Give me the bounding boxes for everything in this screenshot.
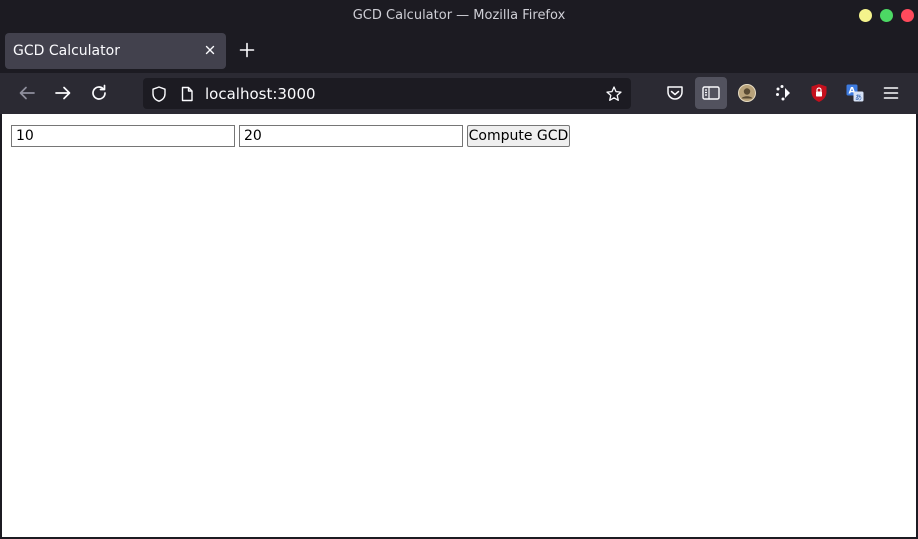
tab-strip: GCD Calculator bbox=[0, 31, 918, 73]
svg-text:あ: あ bbox=[855, 94, 862, 102]
first-number-input[interactable] bbox=[11, 125, 235, 147]
extensions-icon[interactable] bbox=[772, 82, 794, 104]
navigation-toolbar: localhost:3000 Aあ bbox=[0, 73, 918, 114]
tab-title: GCD Calculator bbox=[13, 43, 120, 59]
shield-icon[interactable] bbox=[150, 85, 168, 103]
window-title: GCD Calculator — Mozilla Firefox bbox=[352, 8, 566, 23]
maximize-button[interactable] bbox=[880, 9, 893, 22]
tab-gcd-calculator[interactable]: GCD Calculator bbox=[5, 33, 226, 69]
sidebar-icon[interactable] bbox=[695, 77, 727, 109]
menu-icon[interactable] bbox=[880, 82, 902, 104]
url-text[interactable]: localhost:3000 bbox=[205, 85, 316, 103]
bookmark-star-icon[interactable] bbox=[605, 85, 623, 103]
close-window-button[interactable] bbox=[901, 9, 914, 22]
ublock-icon[interactable] bbox=[808, 82, 830, 104]
minimize-button[interactable] bbox=[859, 9, 872, 22]
account-icon[interactable] bbox=[736, 82, 758, 104]
new-tab-icon[interactable] bbox=[238, 41, 256, 59]
pocket-icon[interactable] bbox=[664, 82, 686, 104]
reload-icon[interactable] bbox=[88, 82, 110, 104]
back-icon[interactable] bbox=[16, 82, 38, 104]
translate-icon[interactable]: Aあ bbox=[844, 82, 866, 104]
browser-window: GCD Calculator — Mozilla Firefox GCD Cal… bbox=[0, 0, 918, 539]
close-tab-icon[interactable] bbox=[202, 42, 218, 58]
compute-gcd-button[interactable]: Compute GCD bbox=[467, 125, 570, 147]
second-number-input[interactable] bbox=[239, 125, 463, 147]
forward-icon[interactable] bbox=[52, 82, 74, 104]
page-icon[interactable] bbox=[178, 85, 196, 103]
url-bar[interactable]: localhost:3000 bbox=[143, 78, 631, 109]
title-bar: GCD Calculator — Mozilla Firefox bbox=[0, 0, 918, 31]
page-content: Compute GCD bbox=[2, 114, 916, 537]
